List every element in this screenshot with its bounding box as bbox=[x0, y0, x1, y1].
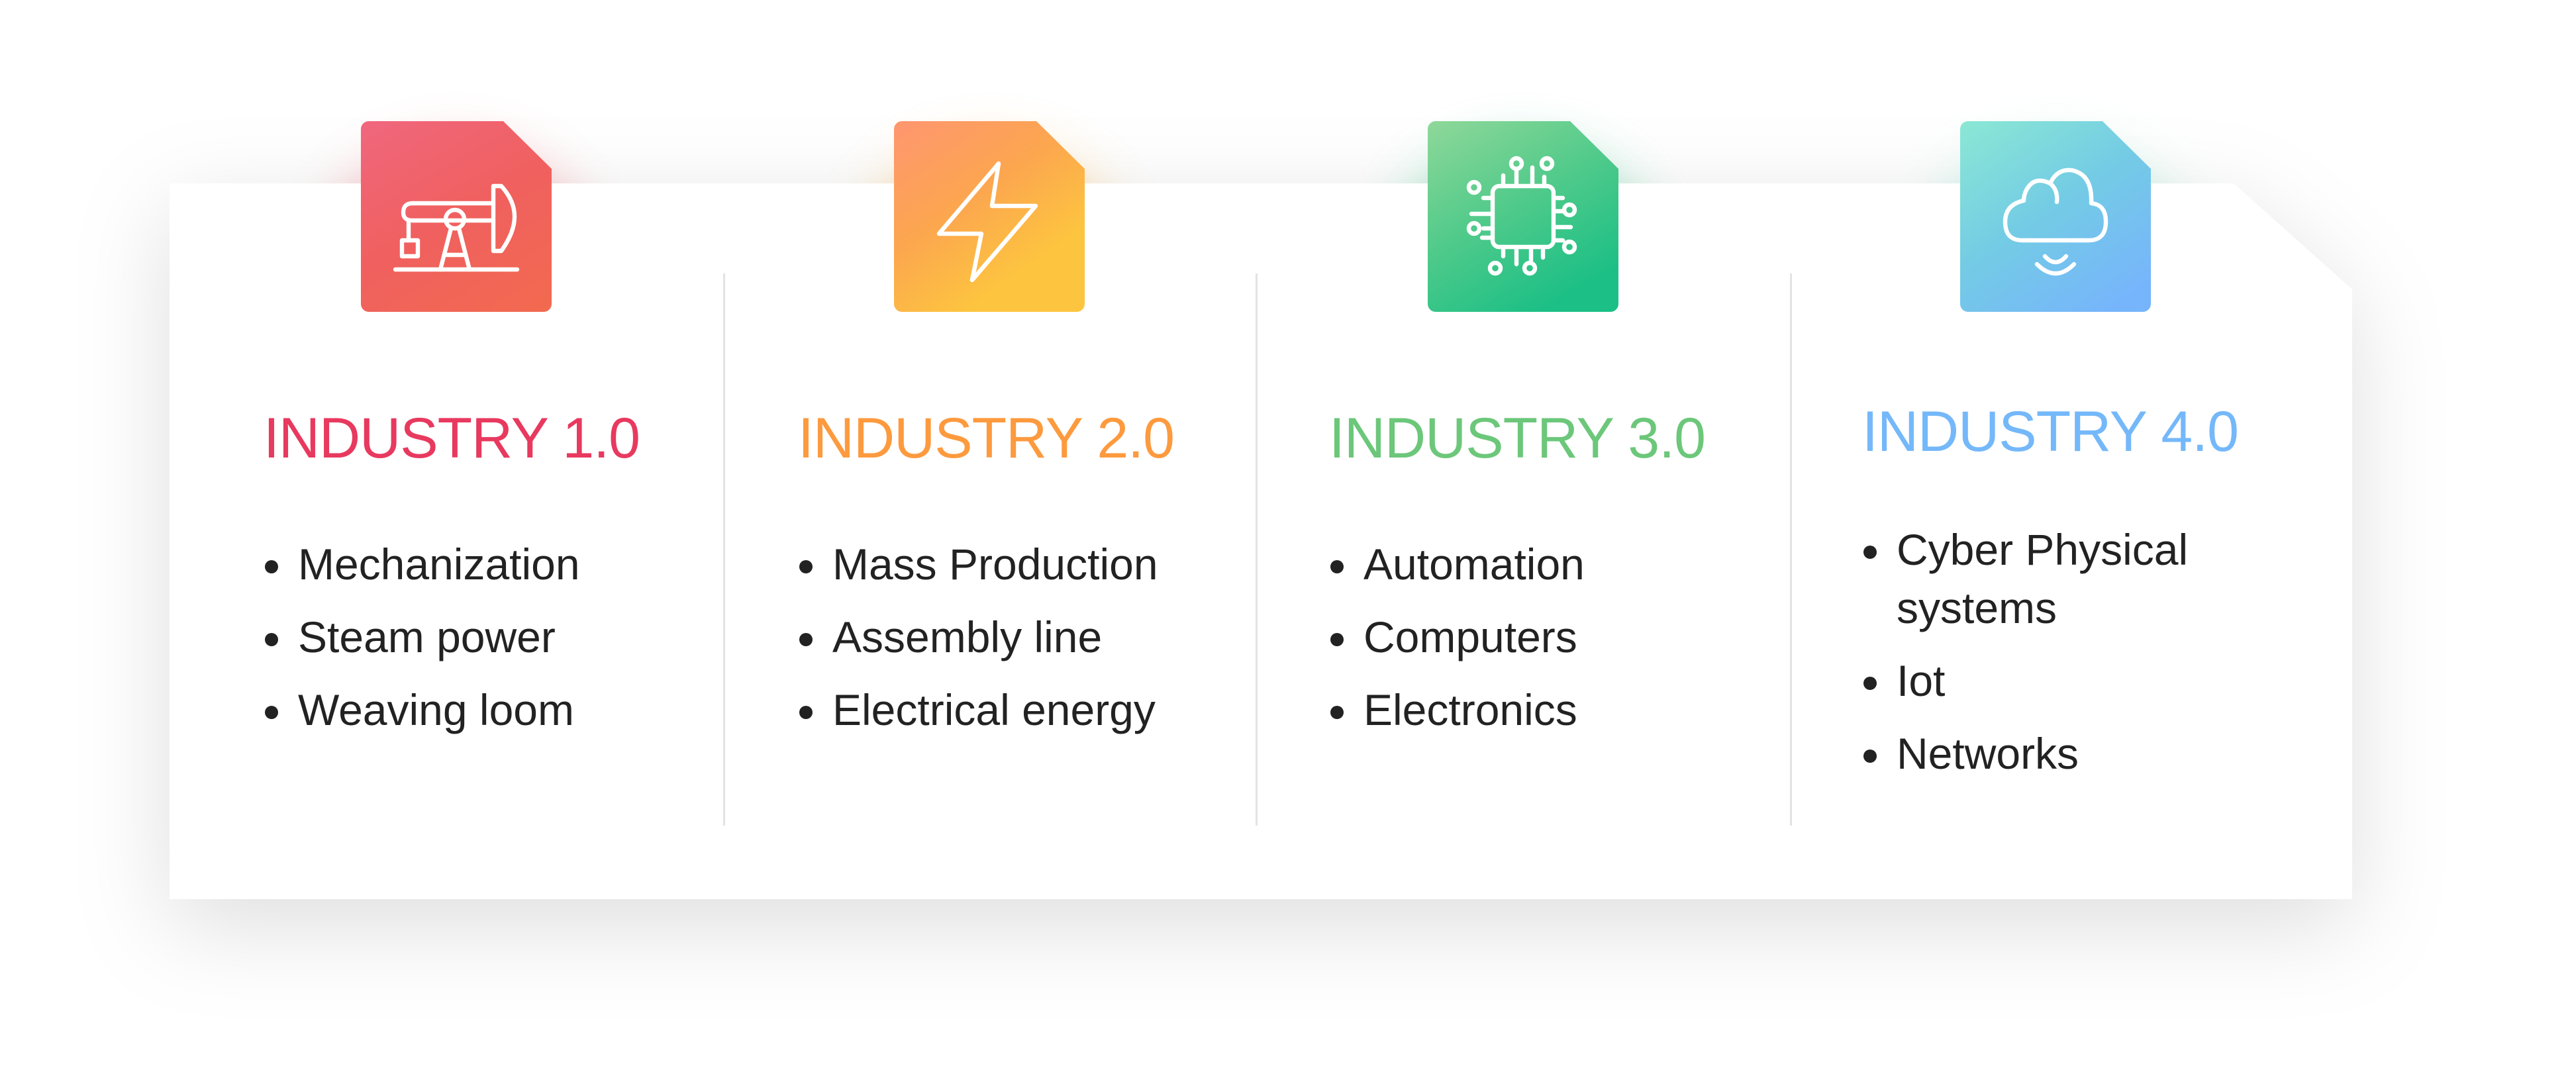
industry-column-3: INDUSTRY 3.0 Automation Computers Electr… bbox=[1329, 405, 1806, 753]
feature-list: Cyber Physical systems Iot Networks bbox=[1862, 520, 2339, 783]
microchip-icon bbox=[1466, 156, 1577, 276]
list-item: Steam power bbox=[264, 608, 740, 666]
list-item: Mechanization bbox=[264, 535, 740, 593]
industry-title: INDUSTRY 4.0 bbox=[1862, 400, 2239, 463]
industry-3-icon-tile bbox=[1428, 121, 1618, 312]
industry-column-2: INDUSTRY 2.0 Mass Production Assembly li… bbox=[798, 405, 1275, 753]
feature-list: Mass Production Assembly line Electrical… bbox=[798, 535, 1275, 739]
industry-title: INDUSTRY 1.0 bbox=[264, 407, 640, 470]
list-item: Electrical energy bbox=[798, 681, 1275, 739]
lightning-bolt-icon bbox=[936, 161, 1038, 283]
list-item: Automation bbox=[1329, 535, 1806, 593]
cloud-wireless-icon bbox=[2003, 168, 2108, 276]
industry-title: INDUSTRY 3.0 bbox=[1329, 407, 1706, 470]
list-item: Computers bbox=[1329, 608, 1806, 666]
feature-list: Mechanization Steam power Weaving loom bbox=[264, 535, 740, 739]
industry-4-icon-tile bbox=[1960, 121, 2151, 312]
list-item: Cyber Physical systems bbox=[1862, 520, 2267, 637]
industry-column-1: INDUSTRY 1.0 Mechanization Steam power W… bbox=[264, 405, 740, 753]
industry-2-icon-tile bbox=[894, 121, 1085, 312]
feature-list: Automation Computers Electronics bbox=[1329, 535, 1806, 739]
list-item: Assembly line bbox=[798, 608, 1275, 666]
list-item: Mass Production bbox=[798, 535, 1275, 593]
industry-column-4: INDUSTRY 4.0 Cyber Physical systems Iot … bbox=[1862, 399, 2339, 797]
industry-title: INDUSTRY 2.0 bbox=[798, 407, 1175, 470]
industry-1-icon-tile bbox=[361, 121, 552, 312]
list-item: Electronics bbox=[1329, 681, 1806, 739]
oil-pump-icon bbox=[393, 183, 520, 272]
list-item: Networks bbox=[1862, 724, 2267, 783]
list-item: Iot bbox=[1862, 652, 2267, 710]
list-item: Weaving loom bbox=[264, 681, 740, 739]
